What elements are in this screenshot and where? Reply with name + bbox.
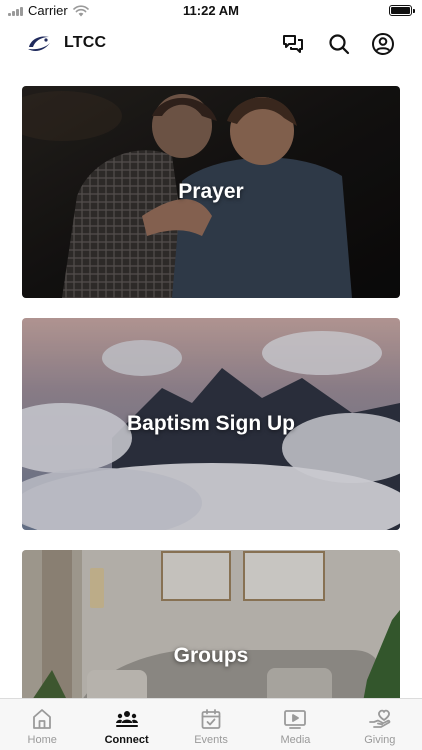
chat-icon[interactable] [281, 32, 305, 56]
tab-label: Home [27, 734, 57, 746]
tab-events[interactable]: Events [169, 699, 253, 750]
tab-connect[interactable]: Connect [84, 699, 168, 750]
card-prayer[interactable]: Prayer [22, 86, 400, 298]
search-icon[interactable] [327, 32, 351, 56]
tab-bar: Home Connect Events Media Giving [0, 698, 422, 750]
status-time: 11:22 AM [183, 3, 239, 18]
status-bar: Carrier 11:22 AM [0, 0, 422, 22]
home-icon [33, 709, 52, 729]
tab-label: Connect [104, 734, 149, 746]
tab-label: Events [194, 734, 228, 746]
battery-level [391, 7, 410, 14]
ltcc-logo-icon[interactable] [26, 32, 52, 54]
tab-giving[interactable]: Giving [338, 699, 422, 750]
app-name: LTCC [64, 34, 107, 51]
tab-home[interactable]: Home [0, 699, 84, 750]
app-header: LTCC [0, 26, 422, 62]
card-title: Baptism Sign Up [126, 412, 295, 435]
calendar-check-icon [201, 709, 221, 729]
battery-icon [389, 5, 415, 16]
tab-media[interactable]: Media [253, 699, 337, 750]
tab-label: Media [280, 734, 311, 746]
tab-label: Giving [364, 734, 396, 746]
card-title: Groups [173, 644, 249, 667]
card-baptism-sign-up[interactable]: Baptism Sign Up [22, 318, 400, 530]
account-icon[interactable] [371, 32, 395, 56]
hand-heart-icon [368, 709, 391, 728]
people-group-icon [115, 711, 138, 727]
play-screen-icon [284, 710, 307, 729]
card-title: Prayer [178, 180, 244, 203]
